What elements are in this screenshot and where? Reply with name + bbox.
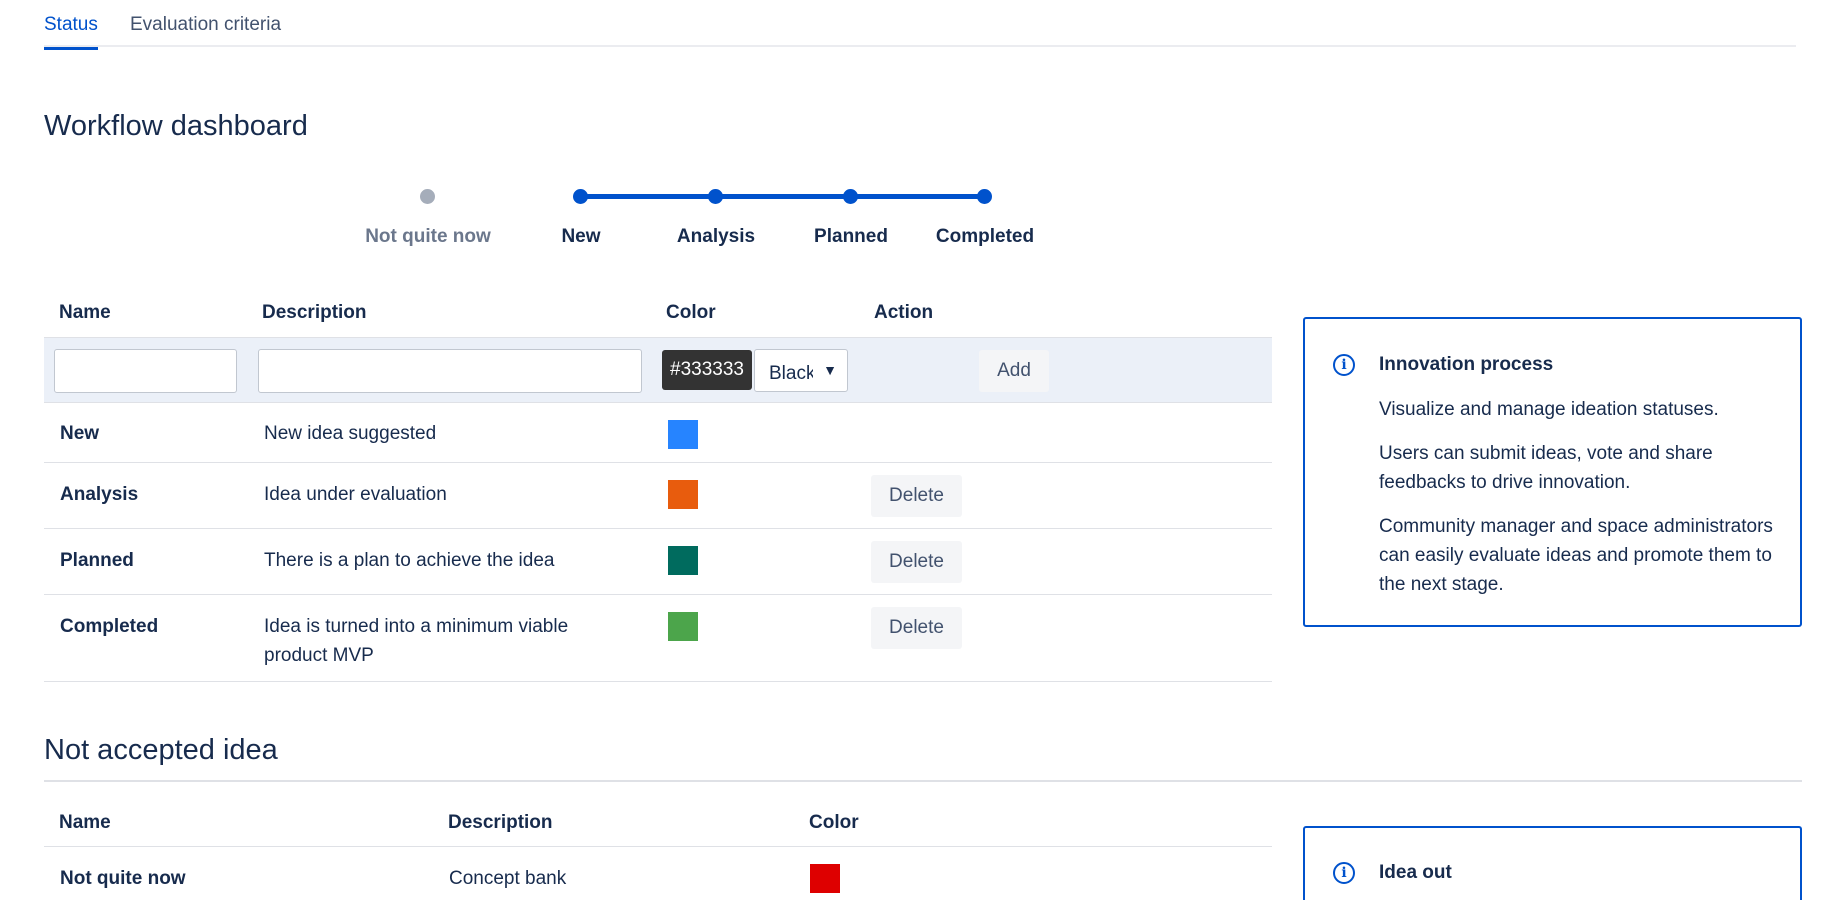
workflow-dot-new bbox=[573, 189, 588, 204]
delete-button[interactable]: Delete bbox=[871, 607, 962, 649]
tab-bar: Status Evaluation criteria bbox=[44, 0, 1796, 50]
header-name: Name bbox=[59, 302, 111, 323]
new-status-description-input[interactable] bbox=[258, 349, 642, 393]
table-row: Planned There is a plan to achieve the i… bbox=[44, 529, 1272, 595]
row-name: New bbox=[60, 423, 100, 444]
row-description: Idea under evaluation bbox=[264, 484, 447, 505]
row-color-swatch[interactable] bbox=[668, 546, 698, 575]
workflow-dot-completed bbox=[977, 189, 992, 204]
new-status-name-input[interactable] bbox=[54, 349, 237, 393]
header-action: Action bbox=[874, 302, 934, 323]
header-description: Description bbox=[262, 302, 367, 323]
row-color-swatch[interactable] bbox=[668, 420, 698, 449]
workflow-line bbox=[580, 194, 988, 199]
workflow-dot-analysis bbox=[708, 189, 723, 204]
idea-out-panel: i Idea out bbox=[1303, 826, 1802, 900]
info-icon: i bbox=[1333, 862, 1355, 884]
delete-button[interactable]: Delete bbox=[871, 541, 962, 583]
workflow-label-new: New bbox=[561, 226, 601, 247]
innovation-process-panel: i Innovation process Visualize and manag… bbox=[1303, 317, 1802, 627]
row-color-swatch[interactable] bbox=[668, 480, 698, 509]
workflow-label-not-quite-now: Not quite now bbox=[365, 226, 491, 247]
header-name: Name bbox=[59, 812, 111, 833]
panel-title: Innovation process bbox=[1379, 354, 1554, 375]
row-name: Completed bbox=[60, 616, 159, 637]
workflow-label-completed: Completed bbox=[935, 226, 1035, 247]
row-name: Not quite now bbox=[60, 868, 186, 889]
row-description: There is a plan to achieve the idea bbox=[264, 550, 555, 571]
workflow-dot-planned bbox=[843, 189, 858, 204]
add-button[interactable]: Add bbox=[979, 350, 1049, 392]
tab-status[interactable]: Status bbox=[44, 14, 98, 50]
table-row: Analysis Idea under evaluation Delete bbox=[44, 463, 1272, 529]
panel-title: Idea out bbox=[1379, 862, 1452, 883]
panel-paragraph: Visualize and manage ideation statuses. bbox=[1379, 399, 1719, 420]
new-status-color-hex[interactable]: #333333 bbox=[662, 350, 752, 390]
table-row: Not quite now Concept bank bbox=[44, 846, 1272, 900]
row-color-swatch[interactable] bbox=[810, 864, 840, 893]
row-name: Analysis bbox=[60, 484, 139, 505]
row-description: New idea suggested bbox=[264, 423, 437, 444]
table-row: New New idea suggested bbox=[44, 403, 1272, 463]
row-description: Idea is turned into a minimum viable pro… bbox=[264, 616, 569, 666]
row-color-swatch[interactable] bbox=[668, 612, 698, 641]
panel-paragraph: Users can submit ideas, vote and share f… bbox=[1379, 443, 1713, 493]
selected-color-name: Black bbox=[769, 363, 813, 384]
table-row: Completed Idea is turned into a minimum … bbox=[44, 595, 1272, 682]
tab-evaluation-criteria[interactable]: Evaluation criteria bbox=[130, 14, 281, 36]
header-color: Color bbox=[666, 302, 716, 323]
row-name: Planned bbox=[60, 550, 134, 571]
workflow-title: Workflow dashboard bbox=[44, 110, 308, 142]
row-description: Concept bank bbox=[449, 868, 567, 889]
header-description: Description bbox=[448, 812, 553, 833]
section-divider bbox=[44, 780, 1802, 782]
panel-paragraph: Community manager and space administrato… bbox=[1379, 516, 1773, 595]
workflow-label-analysis: Analysis bbox=[676, 226, 756, 247]
info-icon: i bbox=[1333, 354, 1355, 376]
delete-button[interactable]: Delete bbox=[871, 475, 962, 517]
workflow-dot-not-quite-now bbox=[420, 189, 435, 204]
not-accepted-title: Not accepted idea bbox=[44, 734, 278, 766]
workflow-label-planned: Planned bbox=[814, 226, 888, 247]
header-color: Color bbox=[809, 812, 859, 833]
new-status-color-select[interactable]: Black ▼ bbox=[754, 349, 848, 392]
chevron-down-icon: ▼ bbox=[823, 362, 837, 378]
